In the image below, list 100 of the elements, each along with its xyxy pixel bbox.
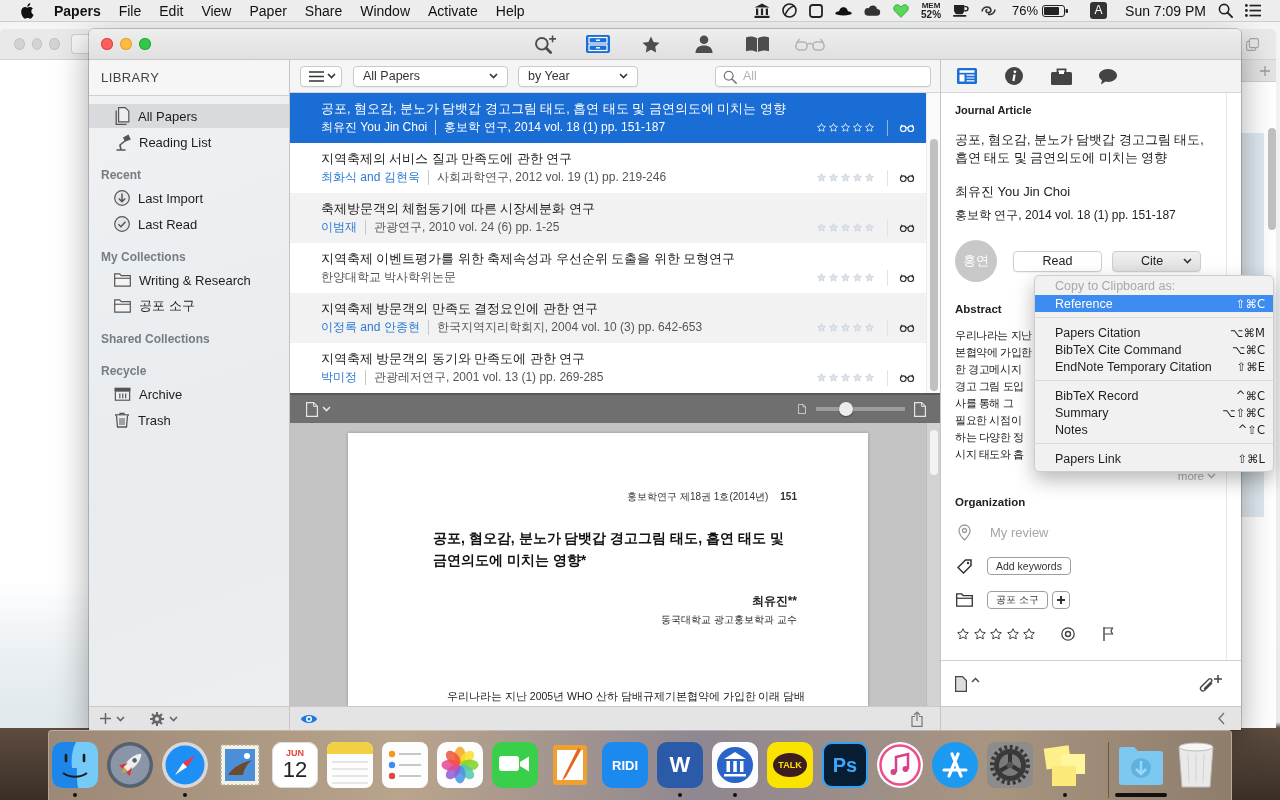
drawers-icon[interactable] bbox=[586, 35, 610, 53]
filter-dropdown[interactable]: All Papers bbox=[353, 65, 508, 87]
menu-item[interactable]: EndNote Temporary Citation ⇧⌘E bbox=[1035, 358, 1273, 375]
slider-thumb[interactable] bbox=[838, 402, 853, 416]
cup-icon[interactable] bbox=[953, 4, 970, 17]
add-keywords-button[interactable]: Add keywords bbox=[987, 557, 1071, 575]
menu-bar-item[interactable]: File bbox=[109, 0, 151, 21]
glasses-icon[interactable] bbox=[899, 223, 915, 232]
sidebar-item[interactable]: Reading List bbox=[89, 130, 289, 154]
sort-dropdown[interactable]: by Year bbox=[518, 65, 638, 87]
glasses-icon[interactable] bbox=[899, 373, 915, 382]
bowler-hat-icon[interactable] bbox=[835, 5, 852, 16]
menu-item[interactable]: BibTeX Cite Command ⌥⌘C bbox=[1035, 341, 1273, 358]
page-icon[interactable] bbox=[306, 401, 318, 417]
glasses-icon[interactable] bbox=[899, 273, 915, 282]
paper-row[interactable]: 지역축제 방문객의 동기와 만족도에 관한 연구 박미정 관광레저연구, 2001 vol. 13 (1) pp. 269-285 bbox=[290, 343, 926, 393]
paper-row[interactable]: 축제방문객의 체험동기에 따른 시장세분화 연구 이범재 관광연구, 2010 vol. 24 (6) pp. 1-25 bbox=[290, 193, 926, 243]
sidebar-item[interactable]: Trash bbox=[89, 408, 289, 432]
info-icon[interactable] bbox=[1005, 67, 1023, 85]
article-icon[interactable] bbox=[957, 68, 977, 84]
menu-bar-item[interactable]: Help bbox=[486, 0, 534, 21]
columns-building-icon[interactable] bbox=[754, 3, 770, 18]
menu-bar-item[interactable]: Window bbox=[351, 0, 419, 21]
sidebar-item[interactable]: Writing & Research bbox=[89, 268, 289, 292]
app-menu[interactable]: Papers bbox=[45, 0, 110, 21]
battery-icon[interactable] bbox=[1042, 4, 1069, 17]
star-rating[interactable] bbox=[957, 628, 1035, 640]
menu-bar-item[interactable]: Edit bbox=[150, 0, 193, 21]
chat-bubble-tile[interactable]: TALK bbox=[767, 742, 813, 788]
magnifier-plus-icon[interactable] bbox=[533, 34, 557, 54]
paper-row[interactable]: 지역축제의 서비스 질과 만족도에 관한 연구 최화식 and 김현욱 사회과학연구, 2012 vol. 19 (1) pp. 219-246 bbox=[290, 143, 926, 193]
menu-item[interactable]: Papers Link ⇧⌘L bbox=[1035, 450, 1273, 467]
person-icon[interactable] bbox=[695, 35, 713, 53]
add-collection-button[interactable] bbox=[1051, 591, 1070, 609]
cite-button[interactable]: Cite bbox=[1112, 250, 1201, 272]
scrollbar[interactable] bbox=[1268, 128, 1276, 230]
letter-a-icon[interactable] bbox=[932, 742, 978, 788]
star-icon[interactable] bbox=[642, 35, 660, 53]
menu-bar-item[interactable]: Share bbox=[295, 0, 352, 21]
calendar-tile[interactable]: JUN 12 bbox=[272, 742, 318, 788]
gear-icon[interactable] bbox=[150, 711, 164, 726]
letter-tile[interactable]: W bbox=[657, 742, 703, 788]
star-rating[interactable] bbox=[817, 173, 874, 182]
paper-authors[interactable]: 최유진 You Jin Choi bbox=[321, 119, 428, 136]
menu-item[interactable]: Papers Citation ⌥⌘M bbox=[1035, 324, 1273, 341]
star-rating[interactable] bbox=[817, 223, 874, 232]
caret-up-icon[interactable] bbox=[971, 676, 980, 683]
scrollbar[interactable] bbox=[930, 139, 938, 391]
sticky-notes-icon[interactable] bbox=[1042, 742, 1088, 788]
caret-icon[interactable] bbox=[169, 715, 178, 722]
share-icon[interactable] bbox=[911, 710, 923, 727]
wordmark-tile[interactable]: RIDI bbox=[602, 742, 648, 788]
menu-bar-item[interactable]: Activate bbox=[419, 0, 487, 21]
menu-item[interactable]: Notes ^⇧C bbox=[1035, 421, 1273, 438]
list-icon[interactable] bbox=[1245, 4, 1261, 17]
sidebar-item[interactable]: Archive bbox=[89, 382, 289, 406]
pinwheel-icon[interactable] bbox=[437, 742, 483, 788]
sidebar-item[interactable]: Last Read bbox=[89, 212, 289, 236]
swirl-icon[interactable] bbox=[981, 5, 997, 16]
clock[interactable]: Sun 7:09 PM bbox=[1125, 2, 1206, 19]
menu-bar-item[interactable]: Paper bbox=[240, 0, 296, 21]
review-field[interactable]: My review bbox=[990, 524, 1170, 540]
flag-icon[interactable] bbox=[1103, 627, 1114, 641]
speech-bubble-icon[interactable] bbox=[1098, 67, 1118, 85]
paper-authors[interactable]: 최화식 and 김현욱 bbox=[321, 169, 420, 186]
zoom-button[interactable] bbox=[139, 38, 151, 50]
view-menu-button[interactable] bbox=[300, 65, 342, 87]
face-tile-icon[interactable] bbox=[52, 742, 98, 788]
sidebar-item[interactable]: All Papers bbox=[89, 104, 289, 128]
open-book-icon[interactable] bbox=[744, 35, 770, 53]
paper-row[interactable]: 지역축제 방문객의 만족도 결정요인에 관한 연구 이정록 and 안종현 한국지역지리학회지, 2004 vol. 10 (3) pp. 642-653 bbox=[290, 293, 926, 343]
paper-authors[interactable]: 이범재 bbox=[321, 219, 357, 236]
input-source-indicator[interactable]: A bbox=[1090, 2, 1108, 19]
letter-tile[interactable]: Ps bbox=[822, 742, 868, 788]
search-icon[interactable] bbox=[1218, 3, 1233, 18]
star-rating[interactable] bbox=[817, 273, 874, 282]
caret-icon[interactable] bbox=[116, 715, 125, 722]
eye-icon[interactable] bbox=[300, 712, 318, 725]
paper-row[interactable]: 지역축제 이벤트평가를 위한 축제속성과 우선순위 도출을 위한 모형연구 한양대학교 박사학위논문 bbox=[290, 243, 926, 293]
rocket-icon[interactable] bbox=[107, 742, 153, 788]
briefcase-icon[interactable] bbox=[1050, 67, 1072, 85]
gear-icon[interactable] bbox=[987, 742, 1033, 788]
glasses-icon[interactable] bbox=[899, 173, 915, 182]
paperclip-plus-icon[interactable] bbox=[1199, 674, 1222, 693]
star-rating[interactable] bbox=[817, 323, 874, 332]
apple-logo-icon[interactable] bbox=[21, 2, 34, 19]
menu-bar-item[interactable]: View bbox=[192, 0, 241, 21]
collection-tag[interactable]: 공포 소구 bbox=[987, 591, 1048, 609]
document-icon[interactable] bbox=[955, 675, 967, 692]
large-page-icon[interactable] bbox=[914, 401, 926, 417]
search-field[interactable]: All bbox=[715, 65, 931, 87]
glasses-icon[interactable] bbox=[899, 323, 915, 332]
video-camera-icon[interactable] bbox=[492, 742, 538, 788]
chevron-left-icon[interactable] bbox=[1218, 712, 1225, 725]
star-rating[interactable] bbox=[817, 123, 874, 132]
close-button[interactable] bbox=[101, 38, 113, 50]
read-button[interactable]: Read bbox=[1013, 250, 1102, 272]
circle-slash-icon[interactable] bbox=[782, 3, 797, 18]
menu-item[interactable]: Summary ⌥⇧⌘C bbox=[1035, 404, 1273, 421]
cloud-icon[interactable] bbox=[864, 5, 881, 16]
